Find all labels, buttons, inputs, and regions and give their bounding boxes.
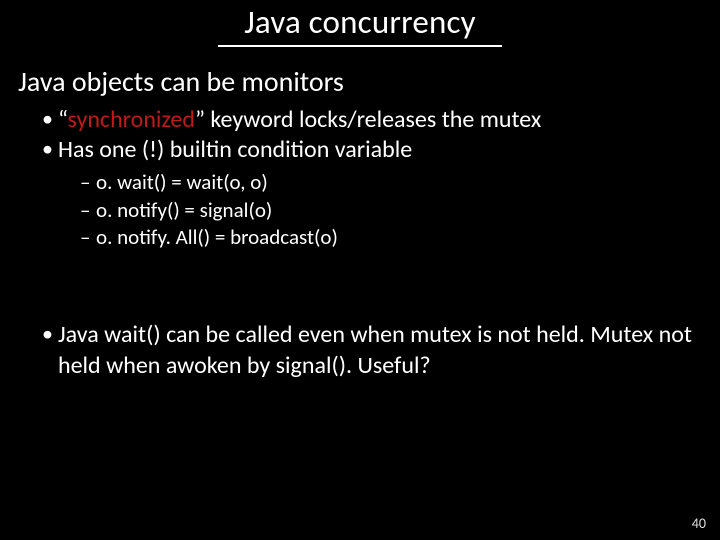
- sub-bullet-text: o. notify. All() = broadcast(o): [96, 224, 338, 250]
- sub-bullet-item: o. notify. All() = broadcast(o): [80, 224, 702, 252]
- bullet-text-pre: “: [58, 105, 68, 134]
- bullet-text: Has one (!) builtin condition variable: [58, 135, 412, 164]
- bullet-list: “synchronized” keyword locks/releases th…: [18, 105, 702, 253]
- slide-title: Java concurrency: [218, 4, 502, 47]
- bullet-item: “synchronized” keyword locks/releases th…: [42, 105, 702, 136]
- keyword-synchronized: synchronized: [68, 105, 195, 134]
- bullet-item: Has one (!) builtin condition variable o…: [42, 135, 702, 252]
- sub-bullet-text: o. wait() = wait(o, o): [96, 169, 268, 195]
- bullet-item: Java wait() can be called even when mute…: [42, 320, 702, 381]
- bullet-text: Java wait() can be called even when mute…: [58, 320, 692, 380]
- page-number: 40: [692, 515, 706, 532]
- sub-bullet-list: o. wait() = wait(o, o) o. notify() = sig…: [58, 169, 702, 252]
- slide-title-wrap: Java concurrency: [0, 0, 720, 47]
- bullet-list: Java wait() can be called even when mute…: [18, 320, 702, 381]
- sub-bullet-item: o. wait() = wait(o, o): [80, 169, 702, 197]
- sub-bullet-text: o. notify() = signal(o): [96, 197, 272, 223]
- slide-subheading: Java objects can be monitors: [18, 65, 702, 99]
- sub-bullet-item: o. notify() = signal(o): [80, 197, 702, 225]
- bullet-text-post: ” keyword locks/releases the mutex: [195, 105, 541, 134]
- slide-body: Java objects can be monitors “synchroniz…: [0, 47, 720, 382]
